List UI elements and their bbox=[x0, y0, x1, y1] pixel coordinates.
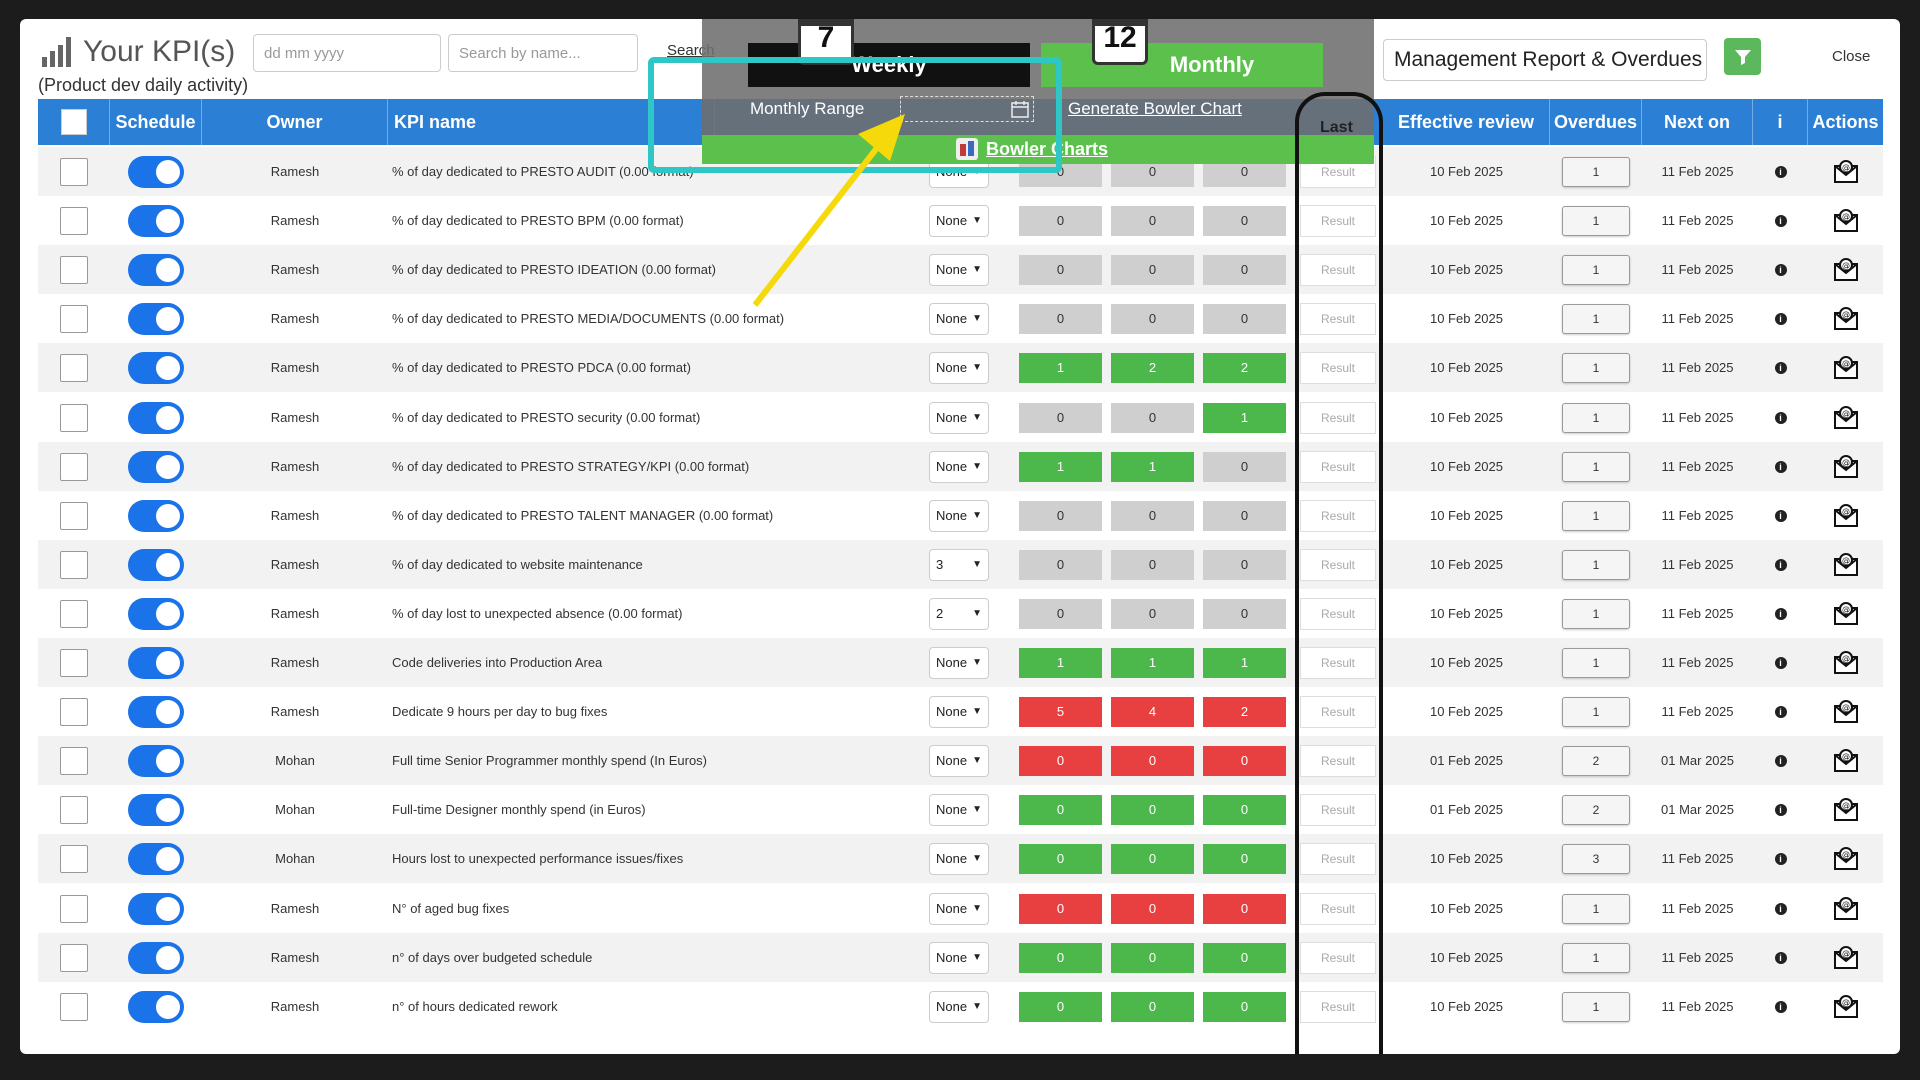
pointer-arrow-icon bbox=[752, 114, 905, 307]
kpi-modal: Your KPI(s) (Product dev daily activity)… bbox=[20, 19, 1900, 1054]
